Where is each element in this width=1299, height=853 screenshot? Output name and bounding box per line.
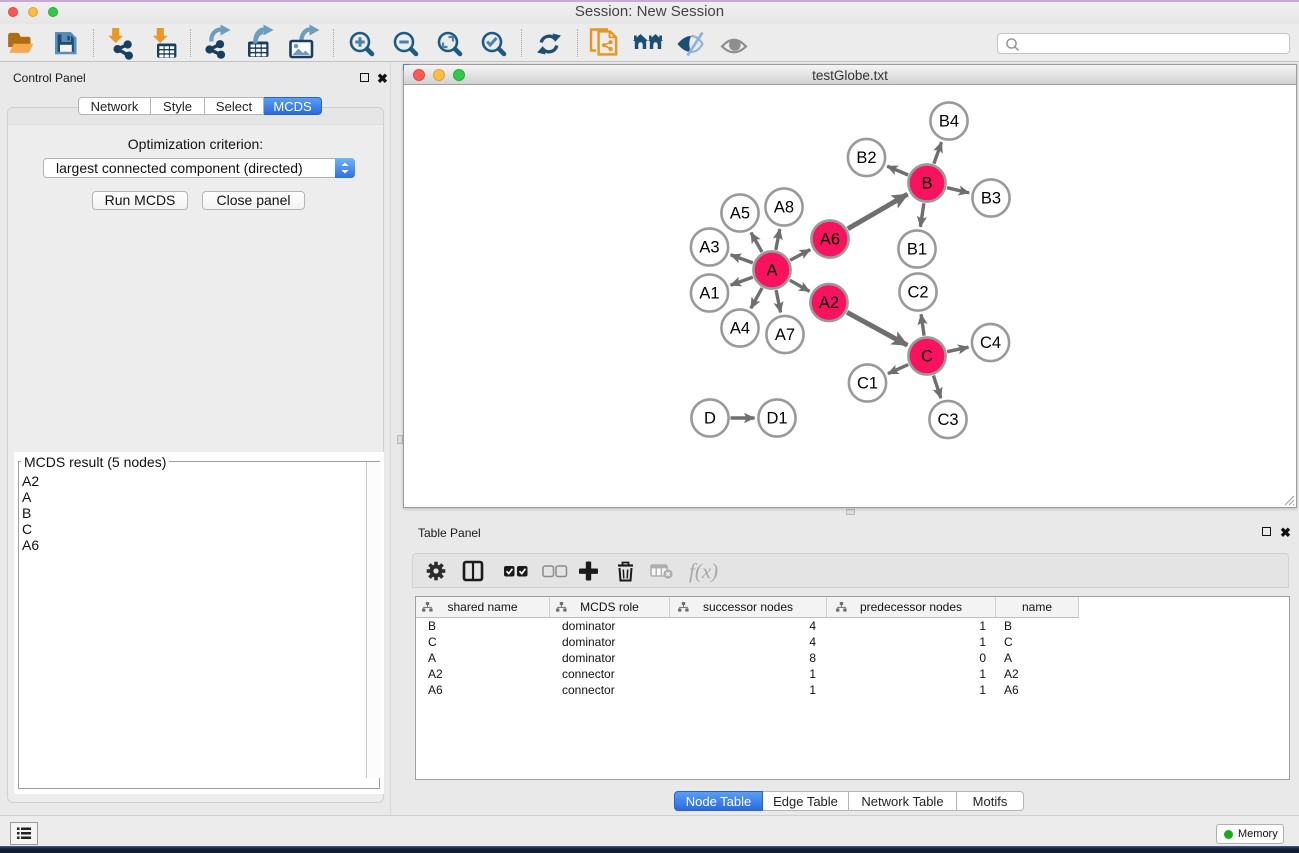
svg-text:B4: B4: [939, 113, 959, 131]
svg-text:C: C: [921, 348, 933, 366]
svg-text:A7: A7: [775, 326, 795, 344]
svg-text:A3: A3: [699, 239, 719, 257]
svg-text:A1: A1: [699, 285, 719, 303]
svg-text:C1: C1: [857, 375, 878, 393]
svg-text:B: B: [921, 175, 932, 193]
svg-text:D1: D1: [766, 410, 787, 428]
svg-text:A8: A8: [774, 199, 794, 217]
svg-text:A4: A4: [730, 320, 750, 338]
svg-text:D: D: [704, 410, 716, 428]
svg-text:C2: C2: [907, 284, 928, 302]
svg-text:A6: A6: [820, 231, 840, 249]
svg-text:B3: B3: [981, 190, 1001, 208]
svg-text:f(x): f(x): [689, 559, 718, 583]
svg-text:A: A: [766, 262, 777, 280]
svg-text:B1: B1: [907, 241, 927, 259]
svg-text:A2: A2: [819, 294, 839, 312]
svg-text:B2: B2: [856, 149, 876, 167]
svg-text:C4: C4: [980, 334, 1001, 352]
svg-text:A5: A5: [730, 205, 750, 223]
svg-text:C3: C3: [937, 411, 958, 429]
